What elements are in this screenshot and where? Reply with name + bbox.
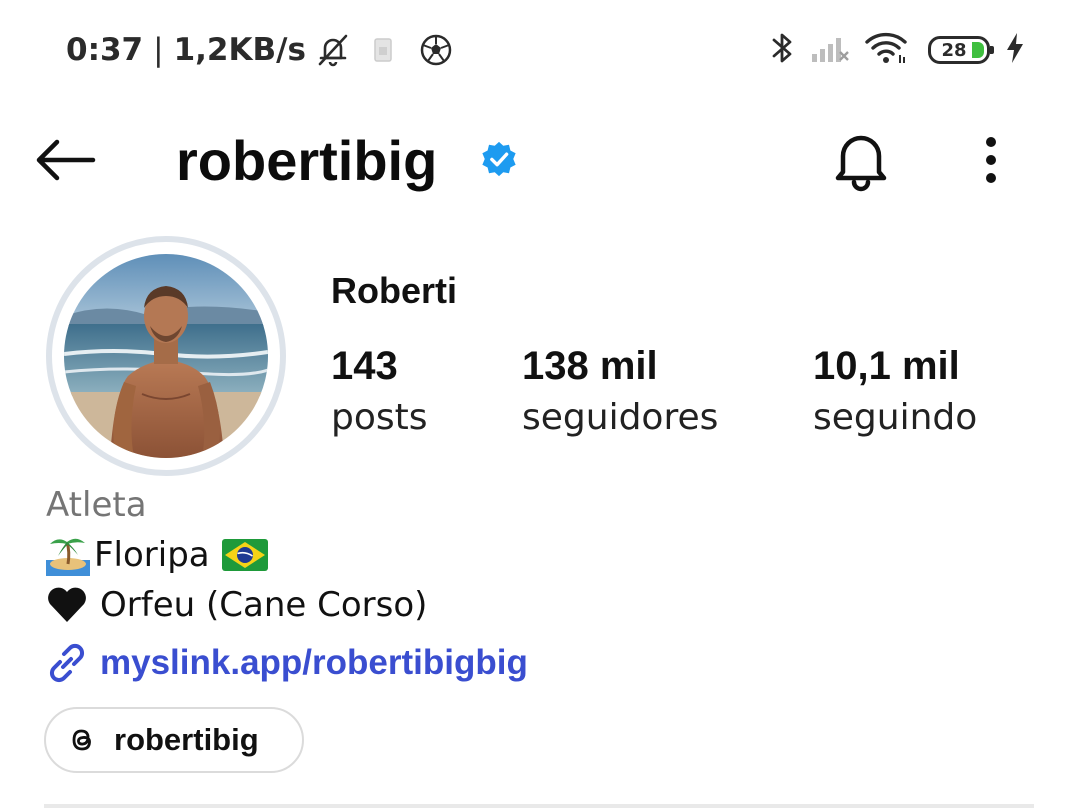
followers-stat[interactable]: 138 mil seguidores	[522, 340, 718, 444]
followers-label: seguidores	[522, 397, 719, 438]
wifi-icon	[864, 31, 908, 70]
posts-label: posts	[331, 397, 428, 438]
action-buttons-edge	[44, 804, 1034, 808]
bell-off-icon	[316, 32, 350, 68]
bio-link[interactable]: myslink.app/robertibigbig	[46, 638, 528, 688]
charging-icon	[1004, 31, 1026, 70]
threads-chip-label: robertibig	[114, 722, 259, 757]
status-right: 28	[768, 30, 1026, 70]
status-time: 0:37	[66, 32, 144, 68]
bio-pet-text: Orfeu (Cane Corso)	[100, 585, 428, 625]
bluetooth-icon	[768, 30, 796, 71]
status-left: 0:37 | 1,2KB/s	[66, 28, 452, 72]
more-vertical-icon	[986, 137, 996, 183]
status-separator: |	[153, 32, 164, 68]
posts-stat[interactable]: 143 posts	[331, 340, 428, 444]
black-heart-icon	[46, 586, 88, 624]
verified-badge-icon	[482, 141, 516, 177]
following-stat[interactable]: 10,1 mil seguindo	[813, 340, 977, 444]
profile-bio: Atleta Floripa Orfeu (Cane Corso)	[46, 480, 427, 630]
following-count: 10,1 mil	[813, 344, 960, 388]
back-button[interactable]	[30, 128, 100, 192]
profile-top-bar: robertibig	[0, 110, 1080, 210]
notifications-button[interactable]	[826, 124, 896, 196]
profile-avatar-ring[interactable]	[46, 236, 286, 476]
profile-display-name: Roberti	[331, 270, 457, 311]
island-icon	[46, 534, 90, 576]
battery-level: 28	[941, 39, 967, 61]
threads-profile-chip[interactable]: robertibig	[44, 707, 304, 773]
threads-icon	[72, 729, 91, 751]
sim-icon	[374, 38, 392, 62]
followers-count: 138 mil	[522, 344, 658, 388]
network-speed: 1,2KB/s	[173, 32, 306, 68]
link-icon	[46, 642, 88, 684]
signal-icon	[810, 32, 850, 69]
bio-line-location: Floripa	[46, 530, 427, 580]
battery-icon: 28	[928, 36, 994, 64]
profile-category: Atleta	[46, 485, 147, 525]
brazil-flag-icon	[221, 539, 268, 571]
soccer-ball-icon	[420, 34, 452, 66]
following-label: seguindo	[813, 397, 978, 438]
posts-count: 143	[331, 344, 398, 388]
bio-line-pet: Orfeu (Cane Corso)	[46, 580, 427, 630]
profile-username: robertibig	[176, 128, 438, 192]
bio-location-text: Floripa	[94, 535, 210, 575]
more-options-button[interactable]	[966, 128, 1016, 192]
bio-link-text[interactable]: myslink.app/robertibigbig	[100, 643, 528, 683]
back-arrow-icon	[36, 139, 96, 181]
status-bar: 0:37 | 1,2KB/s 28	[0, 0, 1080, 100]
bell-icon	[835, 135, 887, 192]
avatar	[64, 254, 268, 458]
